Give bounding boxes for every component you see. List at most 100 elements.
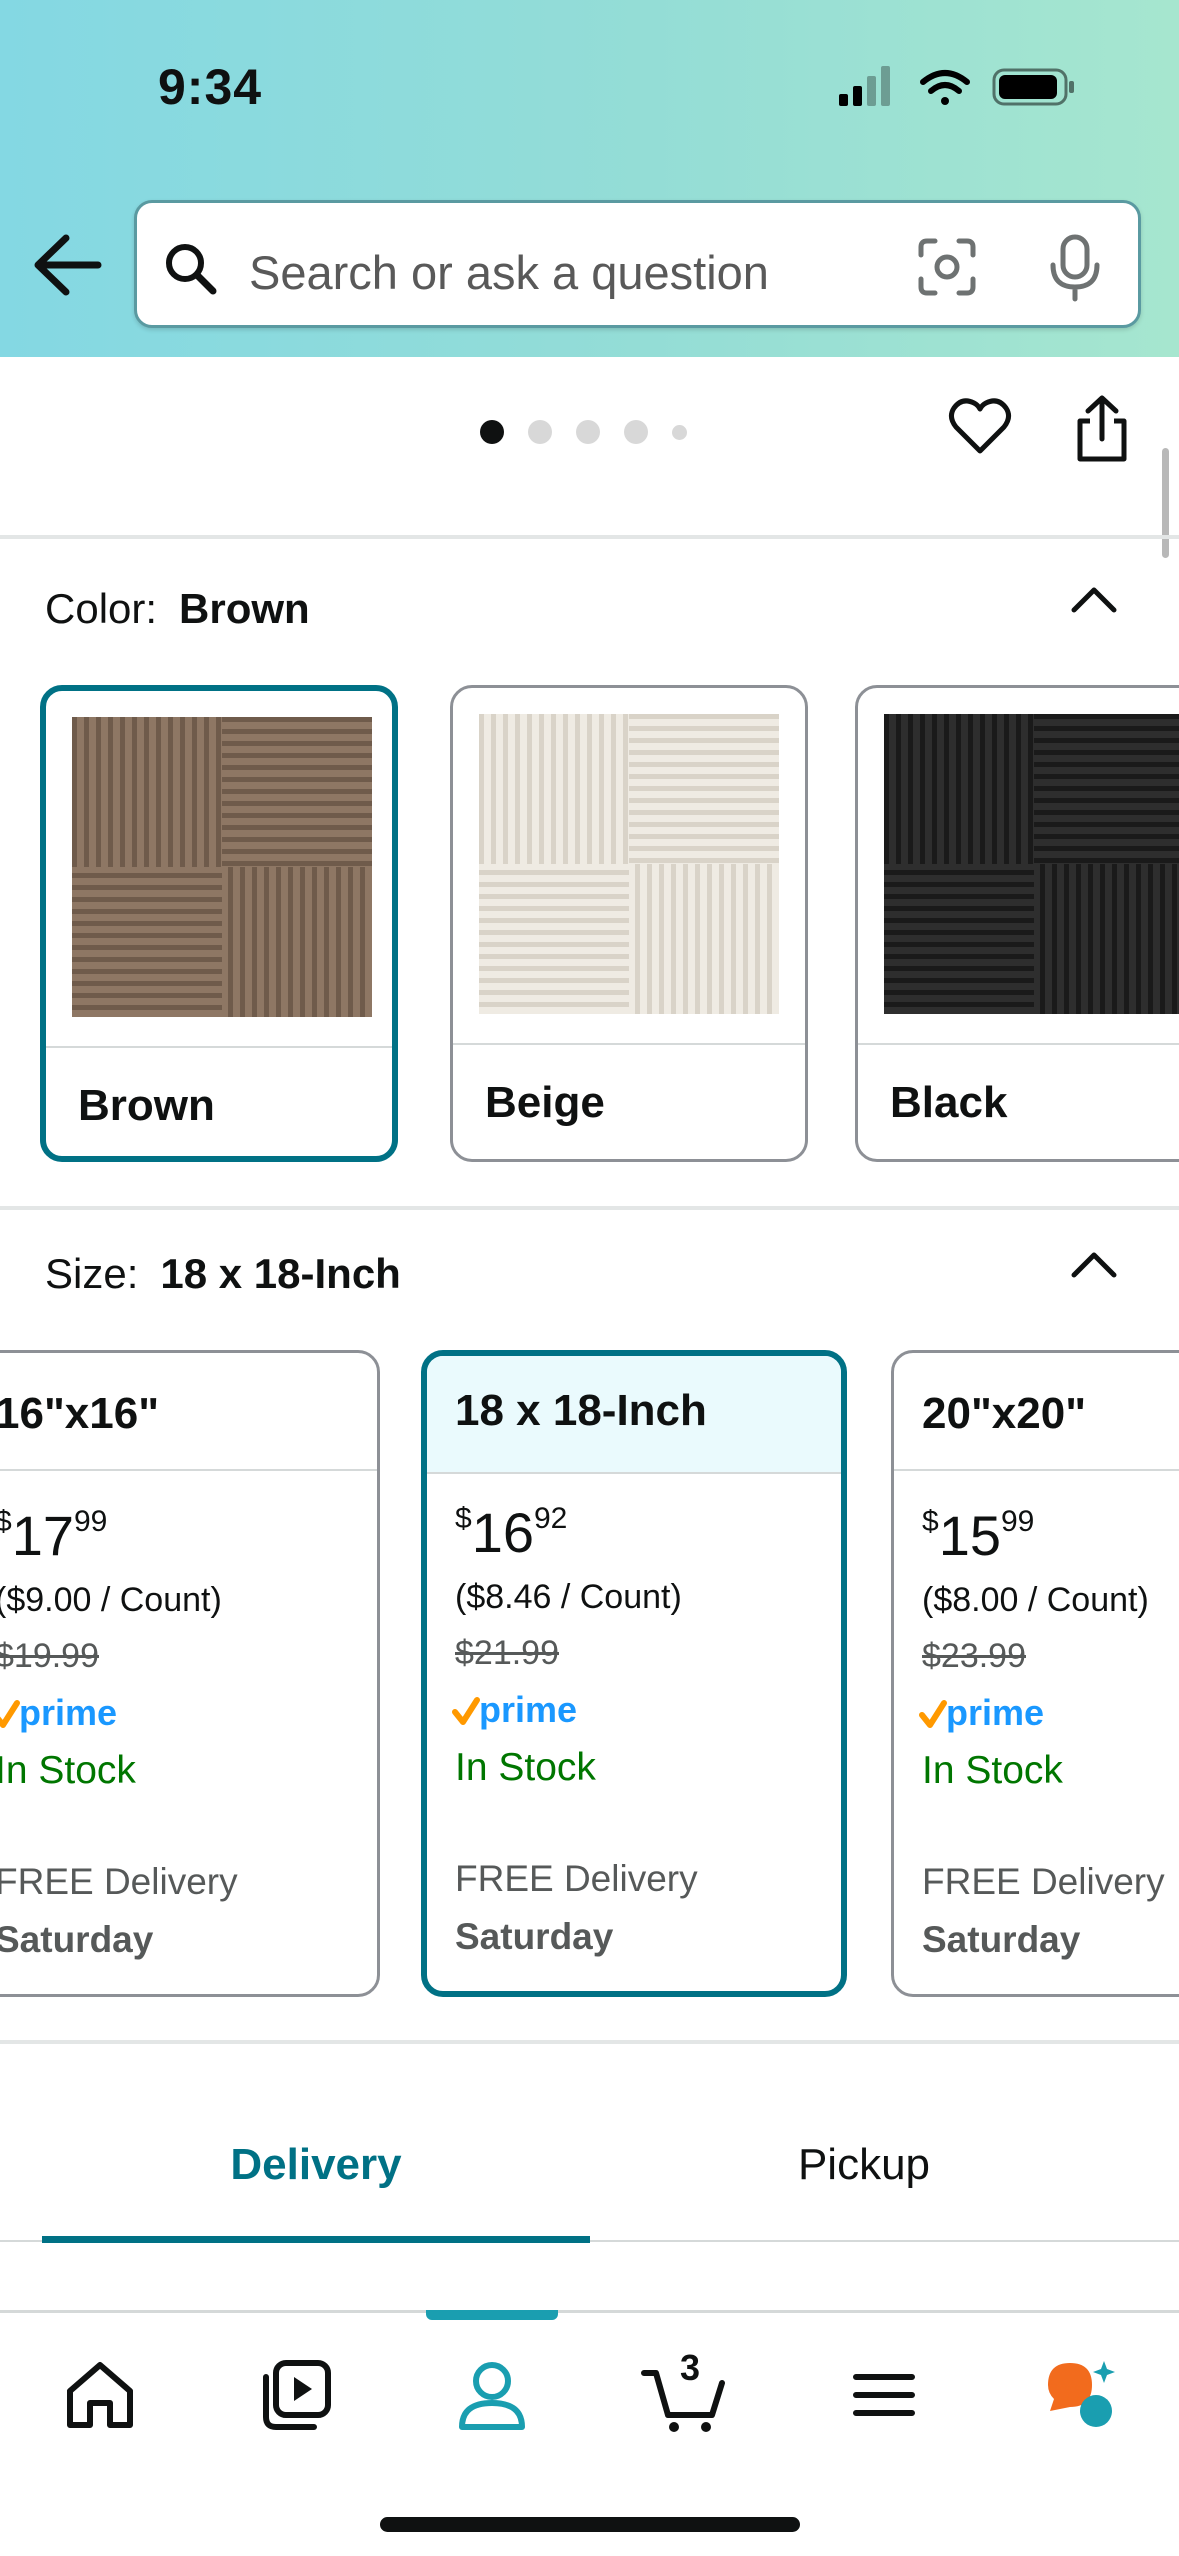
tab-pickup[interactable]: Pickup: [590, 2140, 1138, 2190]
list-price: $19.99: [0, 1637, 99, 1675]
delivery-info: FREE Delivery: [0, 1861, 238, 1902]
pagination-dot[interactable]: [576, 420, 600, 444]
prime-logo-icon: prime: [452, 1689, 577, 1730]
active-tab-indicator: [42, 2236, 590, 2243]
bottom-navigation: 3: [0, 2310, 1179, 2556]
stock-status: In Stock: [0, 1749, 136, 1792]
price-whole: 17: [11, 1504, 74, 1567]
price-whole: 16: [471, 1501, 534, 1564]
rufus-icon[interactable]: [1040, 2355, 1120, 2435]
size-title: 20"x20": [922, 1389, 1087, 1438]
unit-price: ($8.00 / Count): [922, 1581, 1149, 1619]
video-icon[interactable]: [256, 2355, 336, 2435]
unit-price: ($8.46 / Count): [455, 1578, 682, 1616]
chevron-up-icon[interactable]: [1068, 580, 1120, 620]
menu-icon[interactable]: [844, 2355, 924, 2435]
unit-price: ($9.00 / Count): [0, 1581, 222, 1619]
swatch-image-brown: [72, 717, 372, 1017]
color-option-label: Brown: [78, 1081, 215, 1130]
price-symbol: $: [0, 1505, 12, 1538]
color-option-label: Beige: [485, 1078, 605, 1127]
price: $1599: [922, 1503, 1034, 1568]
swatch-separator: [858, 1043, 1179, 1045]
price-symbol: $: [455, 1502, 472, 1535]
stock-status: In Stock: [455, 1746, 596, 1789]
product-page: 9:34 Search or ask a question Color: Bro…: [0, 0, 1179, 2556]
swatch-separator: [46, 1046, 392, 1048]
list-price: $23.99: [922, 1637, 1026, 1675]
scrollbar[interactable]: [1162, 448, 1169, 558]
delivery-day: Saturday: [922, 1919, 1081, 1960]
search-input[interactable]: Search or ask a question: [249, 245, 769, 300]
size-option-20x20[interactable]: 20"x20" $1599 ($8.00 / Count) $23.99 pri…: [891, 1350, 1179, 1997]
cart-count: 3: [680, 2347, 701, 2388]
share-icon[interactable]: [1072, 395, 1132, 465]
price-fraction: 92: [533, 1502, 568, 1535]
camera-scan-icon[interactable]: [917, 237, 977, 297]
ribbed-swatch-brown: [72, 717, 372, 1017]
heart-icon[interactable]: [948, 395, 1012, 459]
delivery-day: Saturday: [0, 1919, 154, 1960]
pagination-dot[interactable]: [672, 424, 687, 440]
svg-text:prime: prime: [946, 1692, 1044, 1733]
header: 9:34 Search or ask a question: [0, 0, 1179, 357]
signal-icon: [839, 66, 890, 106]
ribbed-swatch-black: [884, 714, 1179, 1014]
size-title: 16"x16": [0, 1389, 160, 1438]
prime-logo-icon: prime: [919, 1692, 1044, 1733]
ribbed-swatch-beige: [479, 714, 779, 1014]
microphone-icon[interactable]: [1047, 233, 1103, 303]
color-option-beige[interactable]: Beige: [450, 685, 808, 1162]
home-icon[interactable]: [60, 2355, 140, 2435]
size-label-text: Size:: [45, 1250, 139, 1297]
price-fraction: 99: [73, 1505, 108, 1538]
color-label-text: Color:: [45, 585, 158, 632]
size-option-16x16[interactable]: 16"x16" $1799 ($9.00 / Count) $19.99 pri…: [0, 1350, 380, 1997]
cart-button[interactable]: 3: [640, 2347, 730, 2435]
home-indicator[interactable]: [380, 2517, 800, 2532]
search-icon: [166, 244, 217, 295]
list-price: $21.99: [455, 1634, 559, 1672]
image-pagination[interactable]: [480, 420, 687, 444]
size-title: 18 x 18-Inch: [455, 1386, 707, 1435]
selected-color-value: Brown: [179, 585, 310, 632]
size-card-header: 16"x16": [0, 1353, 377, 1471]
battery-icon: [992, 68, 1074, 106]
color-label: Color: Brown: [45, 585, 310, 633]
divider: [0, 2040, 1179, 2044]
price-whole: 15: [938, 1504, 1001, 1567]
prime-logo-icon: prime: [0, 1692, 117, 1733]
color-option-label: Black: [890, 1078, 1008, 1127]
size-card-header: 18 x 18-Inch: [427, 1356, 841, 1474]
price: $1692: [455, 1500, 567, 1565]
pagination-dot[interactable]: [624, 420, 648, 444]
delivery-info: FREE Delivery: [922, 1861, 1165, 1902]
pagination-dot[interactable]: [528, 420, 552, 444]
selected-size-value: 18 x 18-Inch: [160, 1250, 401, 1297]
search-bar[interactable]: Search or ask a question: [134, 200, 1141, 328]
account-icon[interactable]: [452, 2355, 532, 2435]
svg-text:prime: prime: [479, 1689, 577, 1730]
status-time: 9:34: [158, 59, 263, 115]
size-card-header: 20"x20": [894, 1353, 1179, 1471]
chevron-up-icon[interactable]: [1068, 1245, 1120, 1285]
price: $1799: [0, 1503, 107, 1568]
tab-delivery[interactable]: Delivery: [42, 2140, 590, 2190]
price-symbol: $: [922, 1505, 939, 1538]
back-arrow-icon[interactable]: [30, 230, 110, 300]
pagination-dot[interactable]: [480, 420, 504, 444]
color-option-brown[interactable]: Brown: [40, 685, 398, 1162]
price-fraction: 99: [1000, 1505, 1035, 1538]
wifi-icon: [920, 70, 970, 105]
svg-text:prime: prime: [19, 1692, 117, 1733]
status-icons: [839, 66, 1074, 106]
swatch-separator: [453, 1043, 805, 1045]
divider: [0, 535, 1179, 539]
size-option-18x18[interactable]: 18 x 18-Inch $1692 ($8.46 / Count) $21.9…: [421, 1350, 847, 1997]
delivery-info: FREE Delivery: [455, 1858, 698, 1899]
stock-status: In Stock: [922, 1749, 1063, 1792]
color-option-black[interactable]: Black: [855, 685, 1179, 1162]
swatch-image-black: [884, 714, 1179, 1014]
delivery-day: Saturday: [455, 1916, 614, 1957]
size-label: Size: 18 x 18-Inch: [45, 1250, 401, 1298]
